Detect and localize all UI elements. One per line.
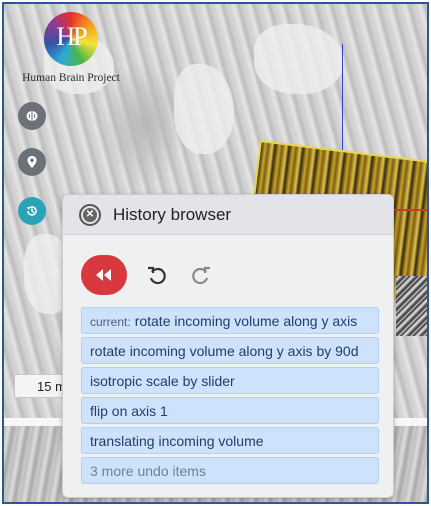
hbp-logo: HP Human Brain Project (12, 12, 130, 92)
history-controls (81, 253, 215, 297)
brain-fold (174, 64, 234, 154)
current-prefix: current: (90, 315, 131, 329)
rewind-button[interactable] (81, 255, 127, 295)
history-item-current[interactable]: current: rotate incoming volume along y a… (81, 307, 379, 334)
brain-icon (26, 111, 38, 121)
undo-button[interactable] (143, 261, 171, 289)
history-item-label: rotate incoming volume along y axis by 9… (90, 343, 359, 359)
rewind-icon (96, 269, 111, 281)
undo-icon (148, 266, 166, 285)
history-item-label: flip on axis 1 (90, 403, 168, 419)
logo-mark: HP (56, 22, 87, 51)
history-item[interactable]: rotate incoming volume along y axis by 9… (81, 337, 379, 364)
panel-header: ✕ History browser (63, 195, 393, 235)
more-undo-label: 3 more undo items (90, 463, 206, 479)
history-browser-panel: ✕ History browser current: rotate incomi… (62, 194, 394, 498)
brain-fold (254, 24, 344, 94)
history-item[interactable]: translating incoming volume (81, 427, 379, 454)
history-item-label: isotropic scale by slider (90, 373, 235, 389)
close-button[interactable]: ✕ (79, 203, 101, 226)
axis-line-red (394, 209, 427, 211)
screenshot-frame: HP Human Brain Project 15 m ✕ History br… (2, 2, 429, 504)
close-icon: ✕ (83, 207, 97, 222)
history-button[interactable] (18, 197, 46, 225)
panel-title: History browser (113, 204, 232, 224)
brain-button[interactable] (18, 102, 46, 130)
logo-text: Human Brain Project (22, 72, 120, 84)
history-item[interactable]: isotropic scale by slider (81, 367, 379, 394)
redo-icon (192, 266, 210, 285)
history-item-label: translating incoming volume (90, 433, 264, 449)
scale-bar: 15 m (14, 374, 64, 398)
history-list: current: rotate incoming volume along y a… (81, 307, 379, 487)
redo-button[interactable] (187, 261, 215, 289)
location-button[interactable] (18, 148, 46, 176)
map-pin-icon (27, 156, 37, 168)
more-undo-items[interactable]: 3 more undo items (81, 457, 379, 484)
history-item[interactable]: flip on axis 1 (81, 397, 379, 424)
history-item-label: rotate incoming volume along y axis (134, 313, 358, 329)
volume-texture (396, 276, 427, 336)
history-icon (26, 206, 37, 216)
